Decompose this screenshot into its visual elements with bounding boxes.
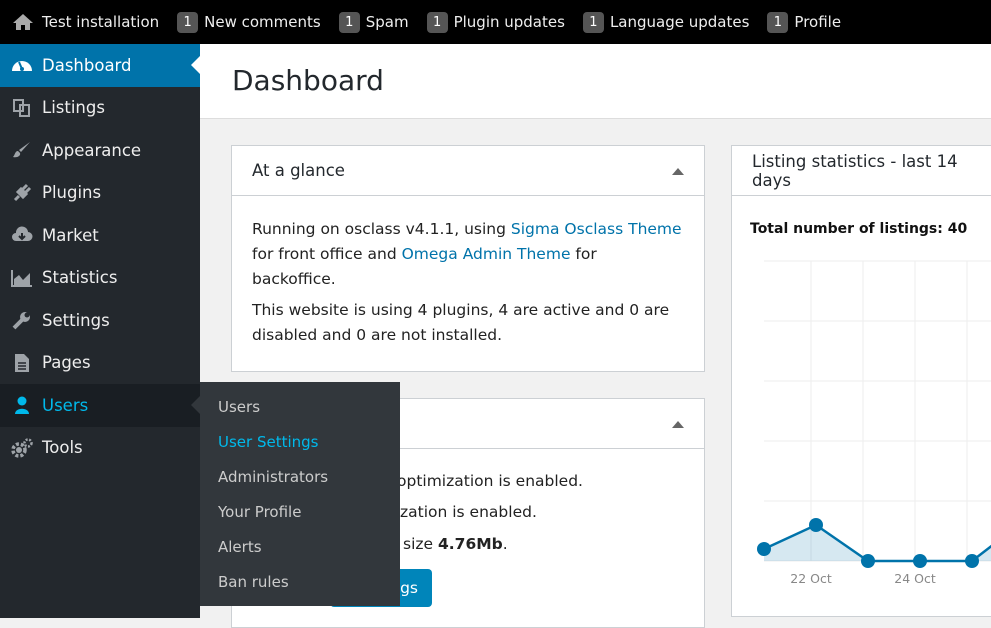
count-badge: 1 (426, 11, 448, 33)
optim-line-1: optimization is enabled. (397, 472, 583, 490)
x-tick-label: 22 Oct (790, 571, 832, 586)
page-icon (10, 353, 34, 373)
active-arrow (191, 56, 200, 75)
sidebar-item-label: Appearance (42, 140, 142, 160)
text: Running on osclass v4.1.1, using (252, 220, 511, 238)
users-submenu: Users User Settings Administrators Your … (200, 382, 400, 606)
submenu-administrators[interactable]: Administrators (200, 460, 400, 495)
cloud-download-icon (10, 225, 34, 245)
at-a-glance-panel: At a glance Running on osclass v4.1.1, u… (231, 145, 705, 372)
sidebar-item-tools[interactable]: Tools (0, 427, 200, 470)
dashboard-icon (10, 55, 34, 75)
text: . (502, 535, 508, 553)
sidebar-item-dashboard[interactable]: Dashboard (0, 44, 200, 87)
topbar-new-comments[interactable]: 1 New comments (177, 11, 321, 33)
optim-line-2: zation is enabled. (400, 503, 537, 521)
sidebar-item-label: Market (42, 225, 99, 245)
count-badge: 1 (582, 11, 604, 33)
data-point (965, 554, 979, 568)
count-badge: 1 (767, 11, 789, 33)
series-area (764, 525, 991, 561)
topbar-language-updates[interactable]: 1 Language updates (582, 11, 750, 33)
topbar-label: Language updates (609, 13, 750, 31)
panel-header: At a glance (232, 146, 704, 196)
sidebar-item-users[interactable]: Users (0, 384, 200, 427)
sidebar-item-appearance[interactable]: Appearance (0, 129, 200, 172)
submenu-your-profile[interactable]: Your Profile (200, 495, 400, 530)
admin-topbar: Test installation 1 New comments 1 Spam 1P… (0, 0, 991, 44)
user-icon (10, 395, 34, 415)
listings-icon (10, 98, 34, 118)
submenu-arrow (191, 396, 200, 415)
sidebar: Dashboard Listings Appearance Plugins Ma… (0, 44, 200, 618)
sidebar-item-label: Listings (42, 98, 105, 118)
sidebar-item-statistics[interactable]: Statistics (0, 257, 200, 300)
site-name: Test installation (42, 13, 160, 31)
topbar-label: Plugin updates (453, 13, 565, 31)
sidebar-item-label: Dashboard (42, 55, 132, 75)
topbar-label: Profile (794, 13, 842, 31)
data-point (913, 554, 927, 568)
sidebar-item-plugins[interactable]: Plugins (0, 172, 200, 215)
topbar-spam[interactable]: 1 Spam (338, 11, 409, 33)
site-home-link[interactable]: Test installation (12, 13, 159, 31)
front-theme-link[interactable]: Sigma Osclass Theme (511, 220, 682, 238)
sidebar-item-listings[interactable]: Listings (0, 87, 200, 130)
home-icon (13, 14, 33, 30)
plugins-info: This website is using 4 plugins, 4 are a… (252, 301, 670, 344)
sidebar-item-label: Plugins (42, 183, 102, 203)
topbar-plugin-updates[interactable]: 1 Plugin updates (426, 11, 565, 33)
listing-statistics-panel: Listing statistics - last 14 days Total … (731, 145, 991, 617)
plug-icon (10, 183, 34, 203)
wrench-icon (10, 310, 34, 330)
data-point (809, 518, 823, 532)
chart-icon (10, 268, 34, 288)
data-point (861, 554, 875, 568)
submenu-alerts[interactable]: Alerts (200, 530, 400, 565)
db-size: 4.76Mb (437, 535, 503, 553)
listings-chart: 22 Oct 24 Oct (757, 260, 991, 586)
submenu-users[interactable]: Users (200, 390, 400, 425)
count-badge: 1 (338, 11, 360, 33)
topbar-profile[interactable]: 1 Profile (767, 11, 842, 33)
sidebar-item-label: Statistics (42, 268, 118, 288)
sidebar-item-label: Users (42, 395, 89, 415)
topbar-label: Spam (365, 13, 409, 31)
page-header: Dashboard (200, 44, 991, 119)
count-badge: 1 (177, 11, 199, 33)
sidebar-item-pages[interactable]: Pages (0, 342, 200, 385)
gears-icon (10, 438, 34, 458)
optim-line-3: size 4.76Mb. (403, 535, 508, 553)
sidebar-item-label: Settings (42, 310, 110, 330)
sidebar-item-settings[interactable]: Settings (0, 299, 200, 342)
text: for front office and (252, 245, 402, 263)
collapse-toggle-icon[interactable] (672, 168, 684, 175)
sidebar-item-label: Tools (42, 438, 83, 458)
admin-theme-link[interactable]: Omega Admin Theme (402, 245, 571, 263)
version-info: Running on osclass v4.1.1, using Sigma O… (232, 217, 704, 292)
x-tick-label: 24 Oct (894, 571, 936, 586)
panel-title: At a glance (252, 161, 345, 180)
sidebar-item-market[interactable]: Market (0, 214, 200, 257)
data-point (757, 542, 771, 556)
page-title: Dashboard (232, 64, 384, 97)
collapse-toggle-icon[interactable] (672, 421, 684, 428)
brush-icon (10, 140, 34, 160)
submenu-ban-rules[interactable]: Ban rules (200, 565, 400, 600)
topbar-label: New comments (204, 13, 321, 31)
text: size (403, 535, 438, 553)
sidebar-item-label: Pages (42, 353, 91, 373)
submenu-user-settings[interactable]: User Settings (200, 425, 400, 460)
